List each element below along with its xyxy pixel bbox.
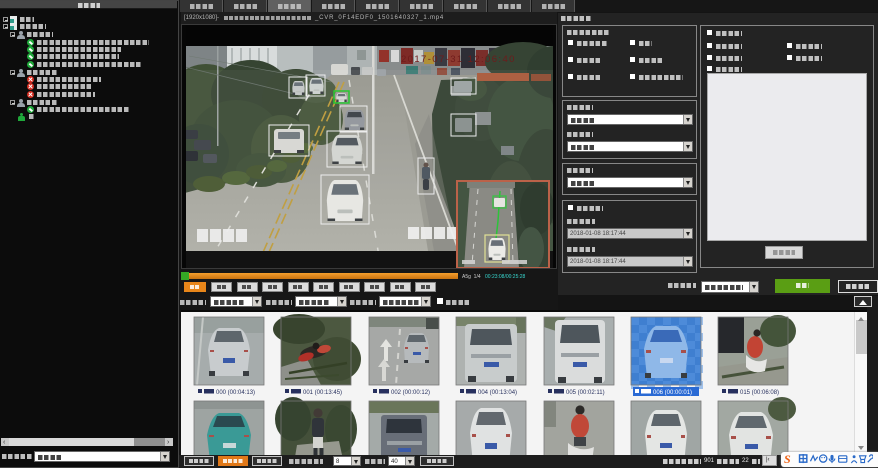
svg-text:2017-07-31 12:06:40: 2017-07-31 12:06:40 <box>401 54 516 65</box>
svg-text:006 (00:00:01): 006 (00:00:01) <box>653 390 692 396</box>
svg-text:004 (00:13:04): 004 (00:13:04) <box>478 390 517 396</box>
svg-text:005 (00:02:11): 005 (00:02:11) <box>566 390 605 396</box>
svg-text:001 (00:13:45): 001 (00:13:45) <box>303 390 342 396</box>
svg-text:000 (00:04:13): 000 (00:04:13) <box>216 390 255 396</box>
svg-text:015 (00:06:08): 015 (00:06:08) <box>740 390 779 396</box>
svg-text:002 (00:00:12): 002 (00:00:12) <box>391 390 430 396</box>
